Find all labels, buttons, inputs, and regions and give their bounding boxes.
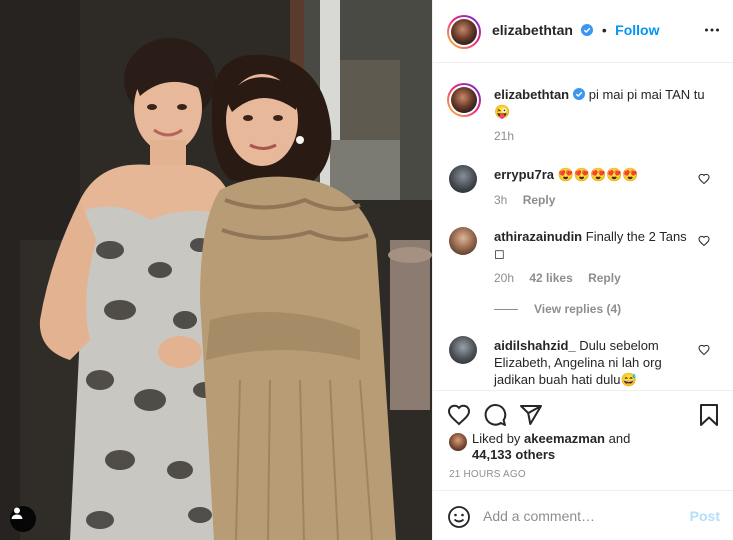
caption-meta: 21h [494, 129, 526, 143]
caption-username[interactable]: elizabethtan [494, 87, 569, 102]
comment-username[interactable]: athirazainudin [494, 229, 582, 244]
user-tag-icon [11, 507, 23, 519]
post-timestamp[interactable]: 21 HOURS AGO [449, 469, 526, 480]
comments-list[interactable]: elizabethtan pi mai pi mai TAN tu 😜 21h … [433, 63, 733, 390]
comment-username[interactable]: aidilshahzid_ [494, 338, 576, 353]
more-options-icon[interactable] [704, 22, 720, 38]
commenter-avatar[interactable] [449, 227, 477, 255]
comment-text-block: aidilshahzid_ Dulu sebelom Elizabeth, An… [494, 337, 698, 388]
user-tag-button[interactable] [10, 506, 36, 532]
likes-prefix: Liked by [472, 431, 521, 446]
heart-icon[interactable] [447, 403, 471, 427]
likes-text: Liked by akeemazman and 44,133 others [472, 431, 672, 463]
caption-time: 21h [494, 129, 515, 143]
view-replies-label: View replies (4) [534, 302, 622, 316]
post-actions: Liked by akeemazman and 44,133 others 21… [433, 390, 733, 490]
verified-badge-icon [581, 24, 594, 36]
likes-summary: Liked by akeemazman and 44,133 others [449, 431, 672, 463]
likes-others[interactable]: 44,133 others [472, 447, 555, 462]
commenter-avatar[interactable] [449, 336, 477, 364]
post-comment-button[interactable]: Post [690, 508, 720, 524]
header-user-line: elizabethtan • Follow [492, 22, 660, 40]
author-avatar[interactable] [447, 15, 481, 49]
emoji-icon[interactable] [447, 505, 471, 529]
view-replies-button[interactable]: View replies (4) [494, 302, 621, 316]
verified-badge-icon [573, 88, 586, 100]
caption-avatar[interactable] [447, 83, 481, 117]
heart-icon[interactable] [698, 344, 710, 356]
commenter-avatar[interactable] [449, 165, 477, 193]
comment-text: 😍😍😍😍😍 [557, 167, 639, 182]
heart-icon[interactable] [698, 173, 710, 185]
heart-icon[interactable] [698, 235, 710, 247]
comment-username[interactable]: errypu7ra [494, 167, 554, 182]
separator-dot: • [601, 22, 607, 38]
liker-avatar[interactable] [449, 433, 467, 451]
liker-username[interactable]: akeemazman [524, 431, 605, 446]
replies-divider [494, 309, 518, 311]
comment-likes[interactable]: 42 likes [529, 271, 572, 285]
author-username[interactable]: elizabethtan [492, 22, 573, 38]
add-comment-input[interactable] [483, 505, 683, 527]
comment-meta: 3h Reply [494, 193, 567, 207]
comment-time: 20h [494, 271, 515, 285]
comment-text-block: errypu7ra 😍😍😍😍😍 [494, 166, 698, 183]
add-comment-bar: Post [433, 490, 733, 540]
caption-text-block: elizabethtan pi mai pi mai TAN tu 😜 [494, 86, 714, 120]
follow-button[interactable]: Follow [615, 22, 659, 38]
comment-meta: 20h 42 likes Reply [494, 271, 633, 285]
comment-icon[interactable] [483, 403, 507, 427]
post-photo[interactable] [0, 0, 432, 540]
reply-button[interactable]: Reply [523, 193, 556, 207]
share-icon[interactable] [519, 403, 543, 427]
comment-time: 3h [494, 193, 508, 207]
comment-text-block: athirazainudin Finally the 2 Tans ◻ [494, 228, 698, 262]
reply-button[interactable]: Reply [588, 271, 621, 285]
likes-conjunction: and [608, 431, 631, 446]
bookmark-icon[interactable] [697, 403, 721, 427]
post-side-panel: elizabethtan • Follow elizabethtan pi ma… [432, 0, 733, 540]
post-header: elizabethtan • Follow [433, 0, 733, 63]
photo-illustration [0, 0, 432, 540]
